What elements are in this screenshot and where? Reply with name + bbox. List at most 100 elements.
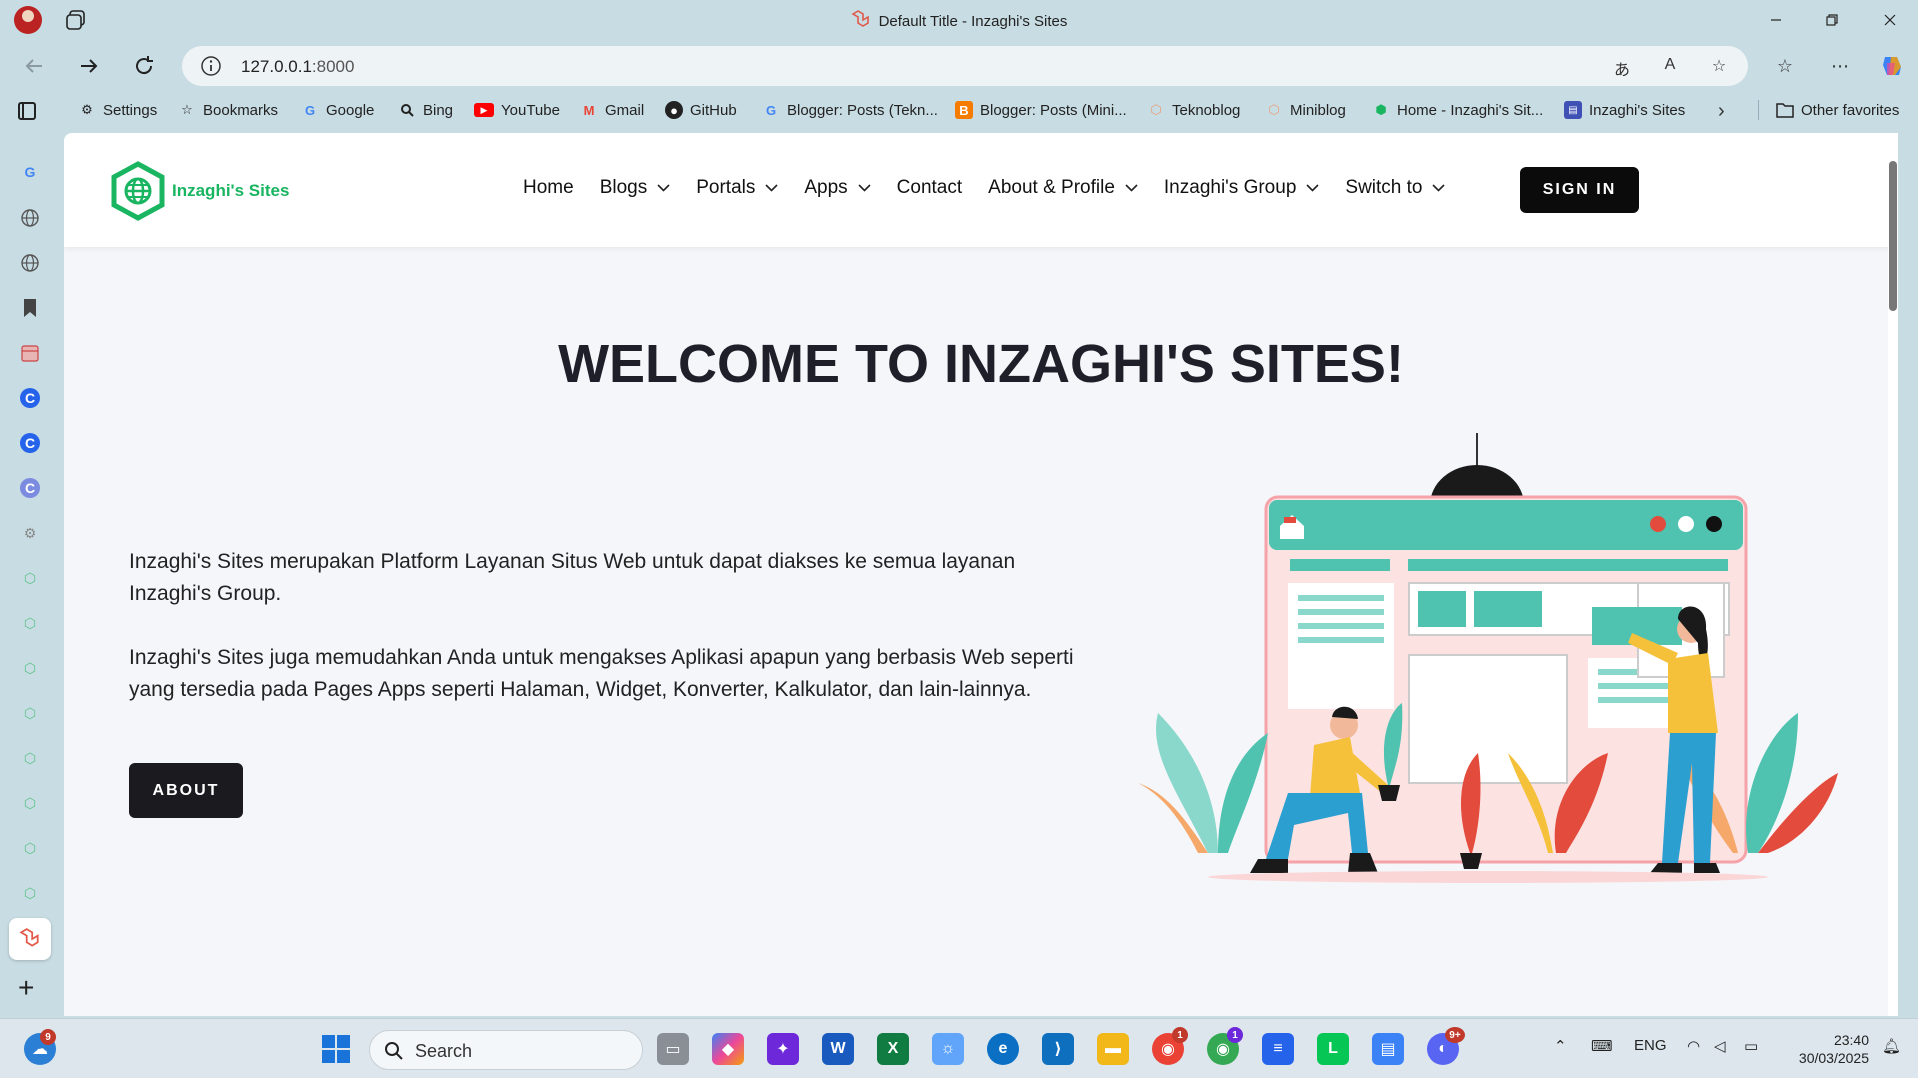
sign-in-button[interactable]: SIGN IN (1520, 167, 1639, 213)
settings-icon[interactable]: ⚙ (20, 523, 40, 543)
bookmark-bookmarks[interactable]: ☆ Bookmarks (178, 98, 278, 122)
copilot-app-icon[interactable]: ◆ (712, 1033, 744, 1065)
hexagon-icon: ⬢ (1375, 102, 1387, 117)
bookmark-bing[interactable]: Bing (398, 98, 453, 122)
menu-inzaghis-group[interactable]: Inzaghi's Group (1164, 177, 1319, 199)
bookmark-settings[interactable]: ⚙ Settings (78, 98, 157, 122)
more-options-icon[interactable]: ⋯ (1824, 50, 1856, 82)
keyboard-icon[interactable]: ⌨ (1591, 1037, 1613, 1055)
favorite-star-icon[interactable]: ☆ (1707, 56, 1731, 76)
minimize-button[interactable] (1748, 0, 1804, 40)
calendar-icon[interactable] (20, 343, 40, 363)
menu-switch-to[interactable]: Switch to (1345, 177, 1446, 199)
vertical-tabs-icon[interactable] (18, 102, 36, 120)
pinned-app-icon[interactable]: ☼ (932, 1033, 964, 1065)
refresh-button[interactable] (126, 48, 162, 84)
bookmark-inzaghis-sites[interactable]: ▤ Inzaghi's Sites (1564, 98, 1685, 122)
new-tab-button[interactable]: + (18, 972, 34, 1004)
system-clock[interactable]: 23:40 30/03/2025 (1789, 1031, 1869, 1067)
bookmarks-bar: ⚙ Settings ☆ Bookmarks G Google Bing ▶ YouTu… (0, 90, 1918, 130)
menu-home[interactable]: Home (523, 177, 574, 199)
windows-start-icon[interactable] (320, 1033, 352, 1065)
bookmark-blogger-tekno[interactable]: G Blogger: Posts (Tekn... (762, 98, 938, 122)
bookmark-icon[interactable] (20, 298, 40, 318)
bookmark-other-favorites[interactable]: Other favorites (1776, 98, 1899, 122)
hexagon-icon[interactable]: ⬡ (20, 568, 40, 588)
arrow-right-icon (81, 59, 98, 73)
refresh-icon (136, 56, 153, 75)
site-header: Inzaghi's Sites Home Blogs Portals Apps … (64, 133, 1898, 247)
bookmark-divider (1758, 100, 1759, 120)
globe-icon[interactable] (20, 253, 40, 273)
edge-icon[interactable]: e (987, 1033, 1019, 1065)
pinned-app-icon[interactable]: ✦ (767, 1033, 799, 1065)
battery-icon[interactable]: ▭ (1744, 1037, 1758, 1055)
language-indicator[interactable]: ENG (1634, 1037, 1667, 1054)
word-icon[interactable]: W (822, 1033, 854, 1065)
chevron-down-icon (1432, 184, 1446, 192)
file-explorer-icon[interactable]: ▬ (1097, 1033, 1129, 1065)
chevron-right-icon[interactable]: › (1718, 100, 1725, 123)
address-bar-row: 127.0.0.1:8000 あ A ☆ ☆ ⋯ (0, 40, 1918, 90)
globe-icon[interactable] (20, 208, 40, 228)
search-icon (385, 1042, 403, 1060)
line-app-icon[interactable]: L (1317, 1033, 1349, 1065)
favorites-icon[interactable]: ☆ (1769, 50, 1801, 82)
bookmark-youtube[interactable]: ▶ YouTube (474, 98, 560, 122)
scrollbar-thumb[interactable] (1889, 161, 1897, 311)
wifi-icon[interactable]: ◠ (1687, 1037, 1700, 1055)
hexagon-icon[interactable]: ⬡ (20, 613, 40, 633)
translate-icon[interactable]: あ (1610, 56, 1634, 79)
copilot-c-icon[interactable]: C (20, 433, 40, 453)
globe-hexagon-logo-icon (111, 161, 165, 221)
address-bar[interactable]: 127.0.0.1:8000 あ A ☆ (182, 46, 1748, 86)
menu-blogs[interactable]: Blogs (600, 177, 671, 199)
forward-button[interactable] (71, 48, 107, 84)
chevron-up-icon[interactable]: ⌃ (1554, 1037, 1567, 1055)
google-icon[interactable]: G (20, 162, 40, 182)
chrome-badge: 1 (1172, 1027, 1188, 1043)
menu-about-profile[interactable]: About & Profile (988, 177, 1138, 199)
bookmark-miniblog[interactable]: ⬡ Miniblog (1265, 98, 1346, 122)
task-view-icon[interactable]: ▭ (657, 1033, 689, 1065)
menu-portals[interactable]: Portals (696, 177, 778, 199)
hexagon-icon[interactable]: ⬡ (20, 703, 40, 723)
laravel-icon (851, 10, 871, 34)
hexagon-icon[interactable]: ⬡ (20, 838, 40, 858)
bookmark-home-inzaghi[interactable]: ⬢ Home - Inzaghi's Sit... (1372, 98, 1543, 122)
close-button[interactable] (1862, 0, 1918, 40)
bookmark-google[interactable]: G Google (301, 98, 374, 122)
url-text[interactable]: 127.0.0.1:8000 (241, 57, 354, 77)
restore-button[interactable] (1804, 0, 1860, 40)
hexagon-icon[interactable]: ⬡ (20, 658, 40, 678)
menu-contact[interactable]: Contact (897, 177, 962, 199)
notification-bell-icon[interactable]: 🔔︎ (1882, 1037, 1901, 1055)
copilot-icon[interactable] (1876, 50, 1908, 82)
page-viewport: Inzaghi's Sites Home Blogs Portals Apps … (64, 133, 1898, 1016)
vscode-icon[interactable]: ⟩ (1042, 1033, 1074, 1065)
bookmark-gmail[interactable]: M Gmail (580, 98, 645, 122)
menu-apps[interactable]: Apps (804, 177, 871, 199)
page-scrollbar[interactable] (1888, 133, 1898, 1016)
google-icon: G (765, 102, 777, 118)
hexagon-icon[interactable]: ⬡ (20, 748, 40, 768)
copilot-c-icon[interactable]: C (20, 388, 40, 408)
active-tab-laravel[interactable] (9, 918, 51, 960)
info-icon[interactable] (200, 55, 222, 82)
bookmark-teknoblog[interactable]: ⬡ Teknoblog (1147, 98, 1240, 122)
folder-icon (1776, 101, 1794, 119)
bookmark-github[interactable]: ● GitHub (665, 98, 737, 122)
back-button[interactable] (16, 48, 52, 84)
excel-icon[interactable]: X (877, 1033, 909, 1065)
bookmark-blogger-mini[interactable]: B Blogger: Posts (Mini... (955, 98, 1127, 122)
taskbar-search-box[interactable]: Search (369, 1030, 643, 1070)
volume-icon[interactable]: ◁ (1714, 1037, 1726, 1055)
hexagon-icon[interactable]: ⬡ (20, 793, 40, 813)
copilot-c-icon[interactable]: C (20, 478, 40, 498)
pinned-app-icon[interactable]: ▤ (1372, 1033, 1404, 1065)
read-aloud-icon[interactable]: A (1658, 56, 1682, 76)
site-logo[interactable]: Inzaghi's Sites (110, 161, 289, 221)
notepad-icon[interactable]: ≡ (1262, 1033, 1294, 1065)
about-button[interactable]: ABOUT (129, 763, 243, 818)
hexagon-icon[interactable]: ⬡ (20, 883, 40, 903)
